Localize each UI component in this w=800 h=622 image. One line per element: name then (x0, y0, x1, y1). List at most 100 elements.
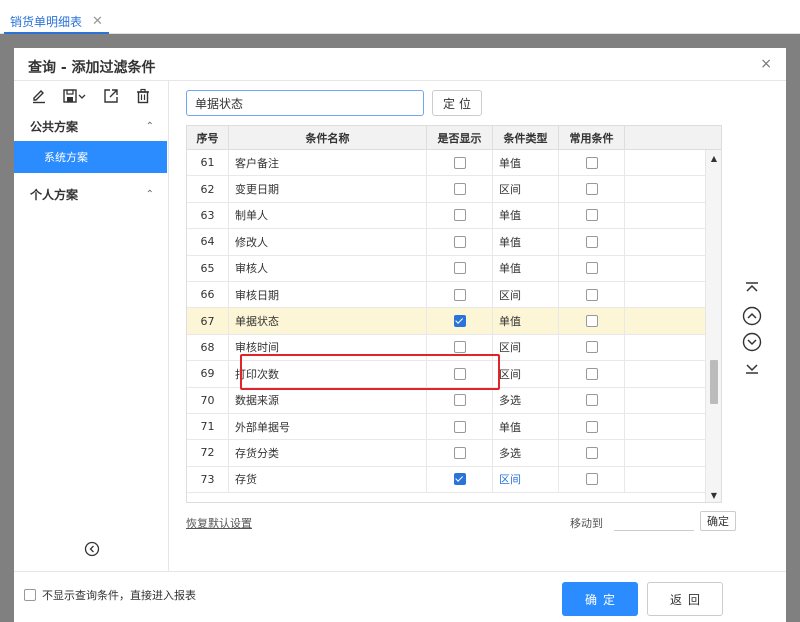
show-checkbox[interactable] (453, 156, 466, 169)
tab-close-icon[interactable]: ✕ (92, 14, 103, 29)
cell-type: 区间 (493, 466, 559, 493)
scroll-thumb[interactable] (710, 360, 718, 404)
move-to-input[interactable] (614, 511, 694, 531)
show-checkbox[interactable] (453, 183, 466, 196)
dialog-title: 查询 - 添加过滤条件 (28, 60, 156, 76)
cell-show (427, 281, 493, 308)
show-checkbox[interactable] (453, 367, 466, 380)
table-row[interactable]: 70 数据来源 多选 (187, 387, 707, 414)
back-button[interactable]: 返回 (647, 582, 723, 616)
cell-show (427, 176, 493, 202)
collapse-left-icon[interactable] (84, 541, 100, 557)
common-checkbox[interactable] (585, 367, 598, 380)
cell-show (427, 466, 493, 493)
close-icon[interactable]: × (760, 56, 772, 72)
cell-seq: 66 (187, 281, 229, 308)
table-row[interactable]: 66 审核日期 区间 (187, 281, 707, 309)
table-row[interactable]: 67 单据状态 单值 (187, 308, 707, 335)
common-checkbox[interactable] (585, 209, 598, 222)
common-checkbox[interactable] (585, 156, 598, 169)
common-checkbox[interactable] (585, 394, 598, 407)
cell-show (427, 150, 493, 176)
cell-common (559, 150, 625, 176)
move-up-icon[interactable] (742, 306, 762, 326)
show-checkbox[interactable] (453, 262, 466, 275)
cell-show (427, 413, 493, 440)
save-icon[interactable] (62, 87, 88, 105)
move-bottom-icon[interactable] (742, 358, 762, 378)
export-icon[interactable] (102, 87, 120, 105)
table-row[interactable]: 63 制单人 单值 (187, 202, 707, 230)
personal-scheme-group[interactable]: 个人方案 ⌃ (14, 179, 168, 209)
cell-common (559, 255, 625, 281)
cell-common (559, 387, 625, 413)
move-to-confirm-button[interactable]: 确定 (700, 511, 736, 531)
common-checkbox[interactable] (585, 473, 598, 486)
cell-show (427, 361, 493, 387)
restore-default-link[interactable]: 恢复默认设置 (186, 515, 252, 531)
edit-icon[interactable] (30, 87, 48, 105)
header-filler (625, 126, 721, 150)
cell-name: 存货分类 (229, 440, 427, 466)
cell-common (559, 361, 625, 387)
cell-seq: 71 (187, 413, 229, 440)
scroll-up-icon[interactable]: ▲ (706, 154, 721, 163)
common-checkbox[interactable] (585, 235, 598, 248)
show-checkbox[interactable] (453, 446, 466, 459)
move-down-icon[interactable] (742, 332, 762, 352)
grid-body: 61 客户备注 单值 62 变更日期 区间 63 制单人 单值 64 修改人 单值 65 审核人 单值 66 审… (187, 150, 707, 494)
common-checkbox[interactable] (585, 446, 598, 459)
ok-button[interactable]: 确定 (562, 582, 638, 616)
show-checkbox[interactable] (453, 209, 466, 222)
cell-common (559, 440, 625, 466)
cell-name: 外部单据号 (229, 413, 427, 440)
cell-name: 单据状态 (229, 308, 427, 334)
cell-common (559, 413, 625, 440)
cell-seq: 70 (187, 387, 229, 413)
show-checkbox[interactable] (453, 473, 466, 486)
cell-common (559, 466, 625, 493)
table-row[interactable]: 68 审核时间 区间 (187, 334, 707, 362)
table-row[interactable]: 73 存货 区间 (187, 466, 707, 494)
common-checkbox[interactable] (585, 183, 598, 196)
vertical-scrollbar[interactable]: ▲ ▼ (705, 150, 721, 502)
common-checkbox[interactable] (585, 288, 598, 301)
table-row[interactable]: 61 客户备注 单值 (187, 150, 707, 177)
table-row[interactable]: 69 打印次数 区间 (187, 361, 707, 388)
condition-search-input[interactable] (186, 90, 424, 116)
show-checkbox[interactable] (453, 315, 466, 328)
show-checkbox[interactable] (453, 288, 466, 301)
show-checkbox[interactable] (453, 420, 466, 433)
common-checkbox[interactable] (585, 420, 598, 433)
public-scheme-label: 公共方案 (30, 119, 79, 134)
cell-seq: 64 (187, 229, 229, 255)
chevron-up-icon[interactable]: ⌃ (146, 121, 154, 132)
tab-strip: 销货单明细表 ✕ (0, 6, 800, 34)
show-checkbox[interactable] (453, 235, 466, 248)
move-top-icon[interactable] (742, 278, 762, 298)
skip-query-checkbox[interactable] (24, 589, 36, 601)
cell-seq: 67 (187, 308, 229, 334)
delete-icon[interactable] (134, 87, 152, 105)
table-row[interactable]: 65 审核人 单值 (187, 255, 707, 282)
show-checkbox[interactable] (453, 394, 466, 407)
cell-show (427, 202, 493, 229)
table-row[interactable]: 71 外部单据号 单值 (187, 413, 707, 441)
public-scheme-group[interactable]: 公共方案 ⌃ (14, 111, 168, 141)
table-row[interactable]: 64 修改人 单值 (187, 229, 707, 256)
scroll-down-icon[interactable]: ▼ (706, 491, 721, 500)
cell-seq: 61 (187, 150, 229, 176)
cell-seq: 72 (187, 440, 229, 466)
sidebar-item-system-scheme[interactable]: 系统方案 (14, 141, 167, 173)
table-row[interactable]: 72 存货分类 多选 (187, 440, 707, 467)
locate-button[interactable]: 定位 (432, 90, 482, 116)
cell-name: 客户备注 (229, 150, 427, 176)
table-row[interactable]: 62 变更日期 区间 (187, 176, 707, 203)
common-checkbox[interactable] (585, 262, 598, 275)
tab-sales-detail[interactable]: 销货单明细表 ✕ (4, 10, 109, 34)
chevron-up-icon[interactable]: ⌃ (146, 189, 154, 200)
common-checkbox[interactable] (585, 315, 598, 328)
cell-seq: 68 (187, 334, 229, 361)
show-checkbox[interactable] (453, 341, 466, 354)
common-checkbox[interactable] (585, 341, 598, 354)
